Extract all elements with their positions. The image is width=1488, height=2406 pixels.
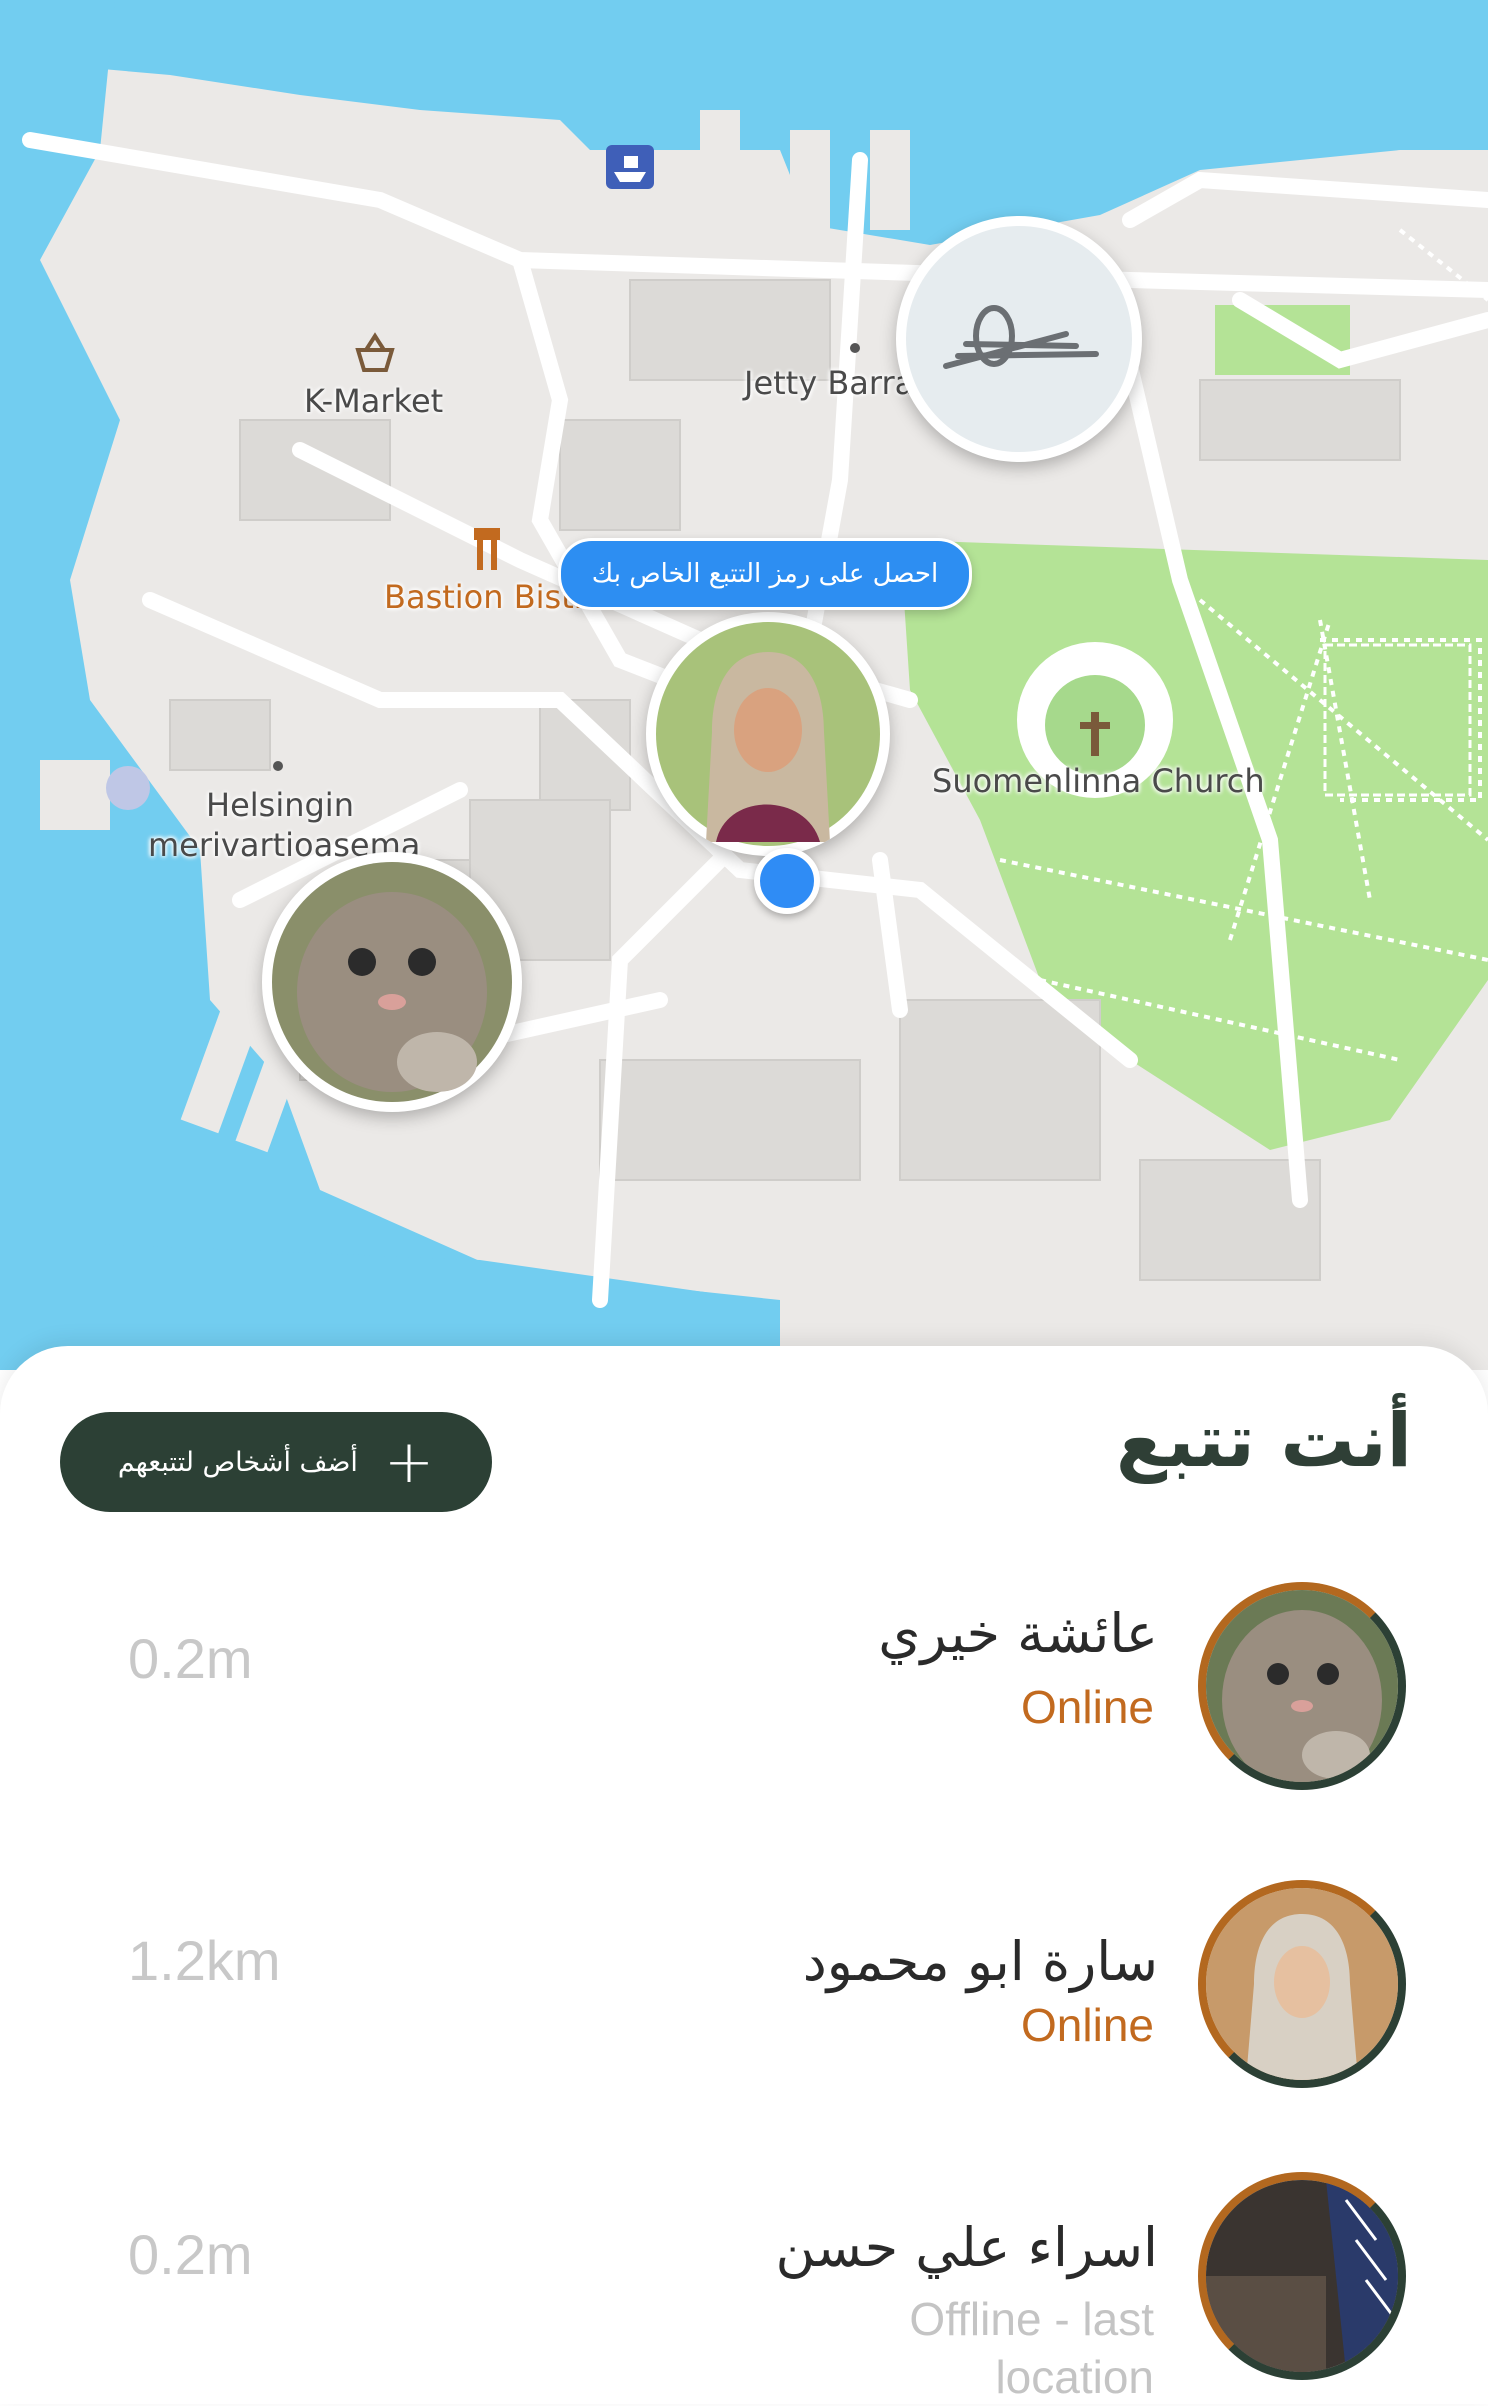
avatar bbox=[1198, 1880, 1406, 2088]
map-label-jetty: Jetty Barra bbox=[744, 364, 915, 402]
cat-avatar-icon bbox=[1206, 1590, 1398, 1782]
cat-marker[interactable] bbox=[262, 852, 522, 1112]
user-marker[interactable] bbox=[646, 612, 890, 856]
keys-icon bbox=[906, 226, 1132, 452]
cat-avatar-icon bbox=[272, 862, 512, 1102]
person-distance: 0.2m bbox=[128, 2223, 253, 2286]
person-status: Offline - last location bbox=[909, 2293, 1154, 2403]
person-distance: 1.2km bbox=[128, 1929, 281, 1992]
person-row[interactable]: عائشة خيري Online 0.2m bbox=[0, 1582, 1488, 1812]
ferry-icon bbox=[606, 145, 654, 189]
woman-avatar-icon bbox=[1206, 1888, 1398, 2080]
person-status: Online bbox=[1021, 1681, 1154, 1733]
tracking-sheet: أنت تتبع + أضف أشخاص لتتبعهم عائشة خيري … bbox=[0, 1346, 1488, 2404]
person-name: اسراء علي حسن bbox=[775, 2216, 1158, 2279]
map-view[interactable]: K-Market Jetty Barra Bastion Bistro Suom… bbox=[0, 0, 1488, 1370]
add-people-label: أضف أشخاص لتتبعهم bbox=[117, 1446, 358, 1478]
woman-avatar-icon bbox=[656, 622, 880, 846]
plus-icon: + bbox=[383, 1427, 435, 1497]
map-label-church: Suomenlinna Church bbox=[932, 762, 1265, 800]
avatar bbox=[1198, 1582, 1406, 1790]
shoebox-avatar-icon bbox=[1206, 2180, 1398, 2372]
person-row[interactable]: سارة ابو محمود Online 1.2km bbox=[0, 1880, 1488, 2110]
tracking-code-tooltip[interactable]: احصل على رمز التتبع الخاص بك bbox=[558, 538, 972, 610]
keys-marker[interactable] bbox=[896, 216, 1142, 462]
avatar bbox=[1198, 2172, 1406, 2380]
current-location-dot bbox=[754, 848, 820, 914]
add-people-button[interactable]: + أضف أشخاص لتتبعهم bbox=[60, 1412, 492, 1512]
map-label-k-market: K-Market bbox=[304, 382, 444, 420]
person-row[interactable]: اسراء علي حسن Offline - last location 0.… bbox=[0, 2172, 1488, 2403]
person-name: سارة ابو محمود bbox=[802, 1930, 1158, 1993]
map-label-helsingin: Helsingin bbox=[206, 786, 354, 824]
person-name: عائشة خيري bbox=[878, 1602, 1158, 1665]
sheet-title: أنت تتبع bbox=[1116, 1398, 1412, 1484]
person-distance: 0.2m bbox=[128, 1627, 253, 1690]
person-status: Online bbox=[1021, 1999, 1154, 2051]
